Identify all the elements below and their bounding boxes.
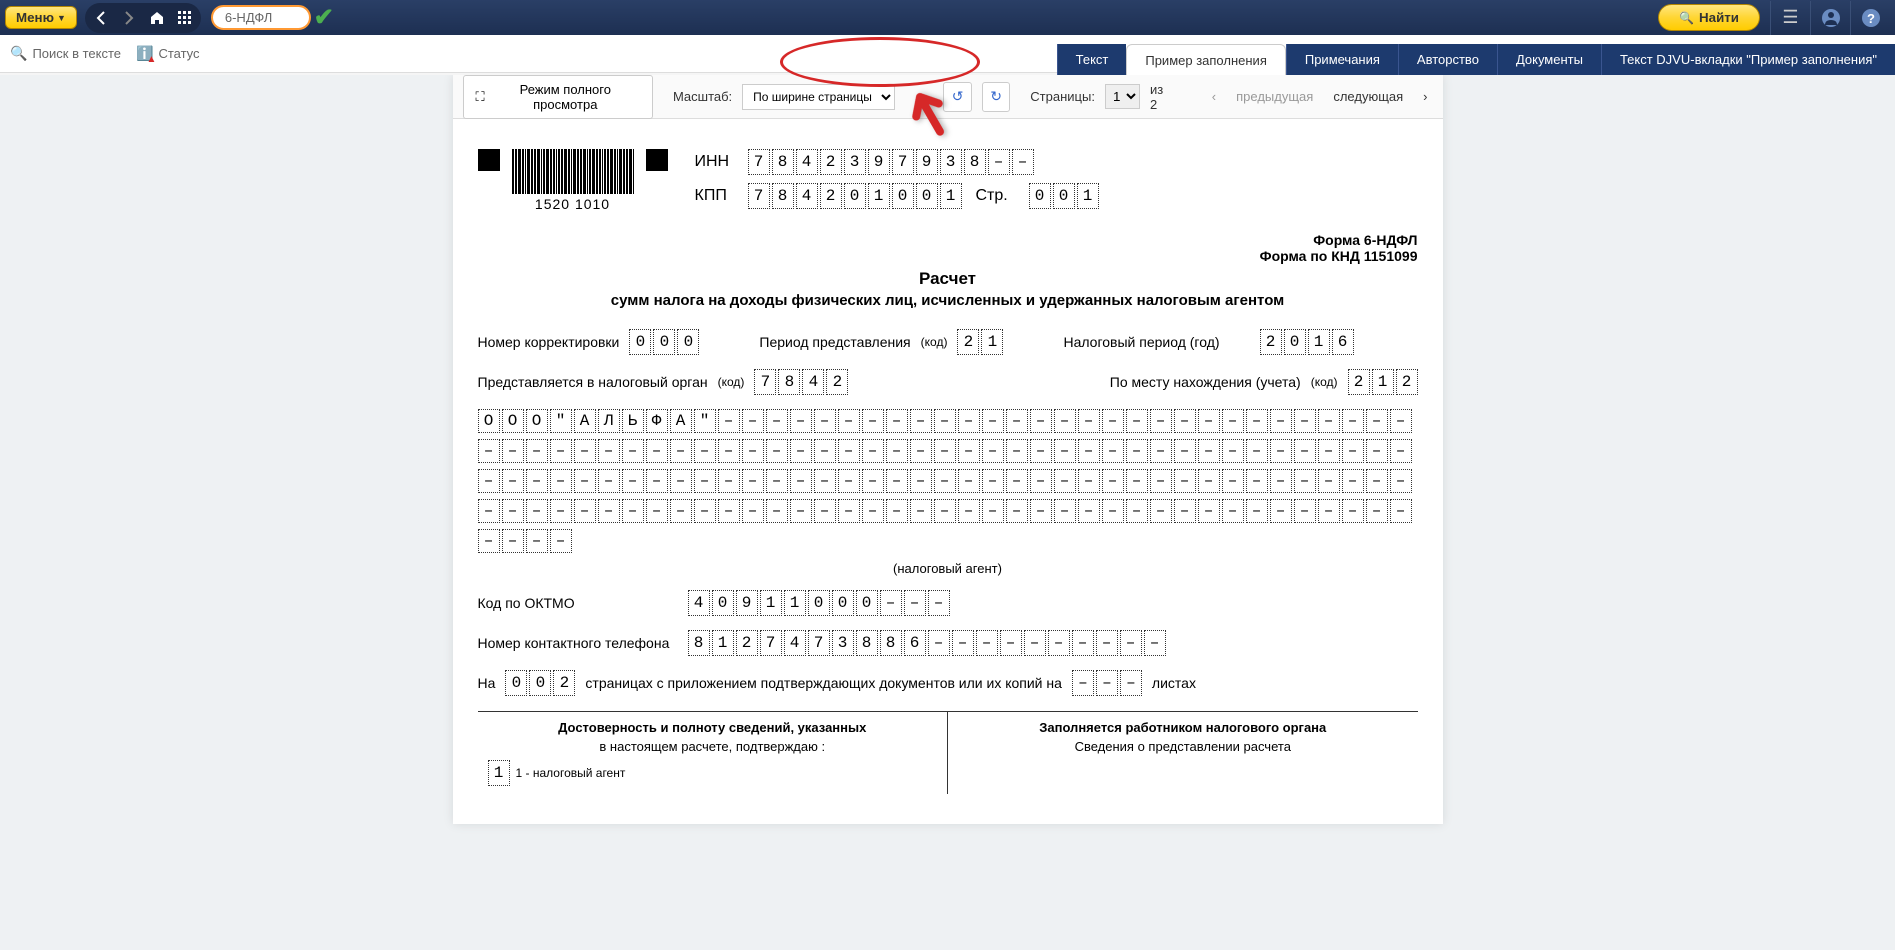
document-page: 1520 1010 ИНН 7842397938–– КПП 784201001… [453,119,1443,824]
scale-label: Масштаб: [673,89,732,104]
tab-notes[interactable]: Примечания [1286,44,1398,75]
orgname-cells: ООО"АЛЬФА"––––––––––––––––––––––––––––––… [478,409,1418,553]
barcode-lines [512,149,634,194]
barcode-text: 1520 1010 [535,196,610,212]
next-page-chevron[interactable]: › [1418,89,1432,104]
inn-label: ИНН [695,153,740,171]
corr-label: Номер корректировки [478,334,620,350]
agenttype-cells: 1 [488,760,510,786]
oktmo-cells: 40911000––– [688,590,950,616]
on-text2: листах [1152,675,1196,691]
nav-pill [85,3,201,33]
on-label: На [478,675,496,691]
search-in-text[interactable]: 🔍 Поиск в тексте [10,45,121,62]
agent-hint: (налоговый агент) [478,561,1418,576]
fullscreen-icon: ⛶ [476,89,485,105]
pages-label: Страницы: [1030,89,1095,104]
location-cells: 212 [1348,369,1418,395]
rotate-right-button[interactable]: ↻ [982,82,1010,112]
kpp-label: КПП [695,187,740,205]
tab-authorship[interactable]: Авторство [1398,44,1497,75]
home-button[interactable] [144,5,170,31]
tab-text[interactable]: Текст [1057,44,1127,75]
tab-documents[interactable]: Документы [1497,44,1601,75]
status-link[interactable]: ℹ️▲ Статус [136,45,200,62]
presented-cells: 7842 [754,369,848,395]
next-page[interactable]: следующая [1328,89,1408,104]
period-codesuffix: (код) [921,335,948,349]
scale-select[interactable]: По ширине страницы [742,84,895,110]
prev-page[interactable]: предыдущая [1231,89,1318,104]
leftcol-title: Достоверность и полноту сведений, указан… [488,720,938,735]
agenttype-label: 1 - налоговый агент [516,766,626,780]
taxyear-label: Налоговый период (год) [1063,334,1219,350]
period-cells: 21 [957,329,1003,355]
marker-box-left [478,149,500,171]
pagescount-cells: 002 [505,670,575,696]
top-toolbar: Меню 6-НДФЛ ✔ Найти ☰ ? [0,0,1895,35]
forward-button[interactable] [116,5,142,31]
corr-cells: 000 [629,329,699,355]
find-button[interactable]: Найти [1658,4,1760,31]
right-icons: ☰ ? [1770,1,1890,35]
doc-title: Расчет [478,269,1418,289]
tabs: Текст Пример заполнения Примечания Автор… [1057,44,1895,75]
viewer-toolbar: ⛶ Режим полного просмотра Масштаб: По ши… [453,75,1443,119]
user-icon[interactable] [1810,1,1850,35]
page-short-label: Стр. [976,187,1021,205]
viewer-inner: ⛶ Режим полного просмотра Масштаб: По ши… [453,75,1443,824]
help-icon[interactable]: ? [1850,1,1890,35]
form-line1: Форма 6-НДФЛ [478,232,1418,248]
tab-example[interactable]: Пример заполнения [1126,44,1286,75]
doc-subtitle: сумм налога на доходы физических лиц, ис… [478,292,1418,309]
page-cells: 001 [1029,183,1099,209]
hamburger-icon[interactable]: ☰ [1770,1,1810,35]
rightcol-title: Заполняется работником налогового органа [958,720,1408,735]
marker-box-right [646,149,668,171]
attach-cells: ––– [1072,670,1142,696]
oktmo-label: Код по ОКТМО [478,595,678,611]
search-icon: 🔍 [10,45,27,62]
page-input[interactable]: 1 [1105,84,1140,109]
page-of: из 2 [1150,82,1173,112]
rotate-left-button[interactable]: ↺ [943,82,971,112]
rightcol-sub: Сведения о представлении расчета [958,739,1408,754]
prev-page-chevron[interactable]: ‹ [1207,89,1221,104]
taxyear-cells: 2016 [1260,329,1354,355]
on-text1: страницах с приложением подтверждающих д… [585,675,1062,691]
kpp-cells: 784201001 [748,183,962,209]
phone-cells: 8127473886–––––––––– [688,630,1166,656]
inn-cells: 7842397938–– [748,149,1034,175]
presented-label: Представляется в налоговый орган [478,374,708,390]
check-icon: ✔ [314,3,334,32]
form-line2: Форма по КНД 1151099 [478,248,1418,264]
menu-button[interactable]: Меню [5,6,77,29]
barcode: 1520 1010 [512,149,634,212]
context-text: 6-НДФЛ [225,10,272,25]
apps-button[interactable] [172,5,198,31]
context-pill[interactable]: 6-НДФЛ ✔ [211,5,311,30]
viewer-wrap: ⛶ Режим полного просмотра Масштаб: По ши… [0,75,1895,950]
location-label: По месту нахождения (учета) [1110,374,1301,390]
period-label: Период представления [759,334,910,350]
back-button[interactable] [88,5,114,31]
leftcol-sub: в настоящем расчете, подтверждаю : [488,739,938,754]
tab-djvu[interactable]: Текст DJVU-вкладки "Пример заполнения" [1601,44,1895,75]
fullview-button[interactable]: ⛶ Режим полного просмотра [463,75,653,119]
info-icon: ℹ️▲ [136,45,153,62]
svg-text:?: ? [1867,11,1875,26]
phone-label: Номер контактного телефона [478,635,678,651]
